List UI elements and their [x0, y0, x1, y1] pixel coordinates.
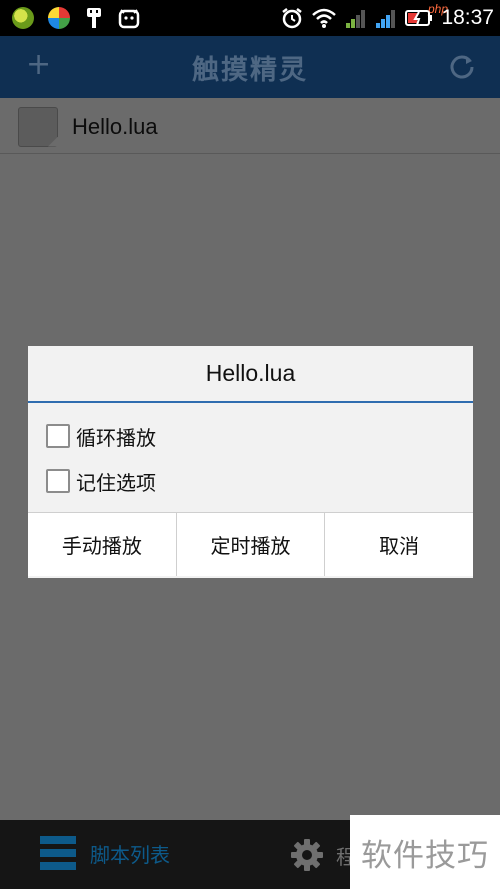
watermark-text: 软件技巧 — [361, 837, 489, 874]
loop-label: 循环播放 — [76, 425, 156, 450]
option-remember[interactable]: 记住选项 — [46, 468, 473, 495]
cancel-button[interactable]: 取消 — [325, 513, 474, 576]
refresh-icon[interactable] — [448, 52, 476, 80]
remember-label: 记住选项 — [76, 470, 156, 495]
usb-debug-icon — [87, 8, 101, 28]
dialog-options: 循环播放 记住选项 — [28, 403, 473, 513]
gear-icon — [291, 839, 323, 871]
alarm-icon — [282, 8, 303, 29]
dialog-buttons: 手动播放 定时播放 取消 — [28, 513, 474, 576]
title-bar: + 触摸精灵 — [0, 36, 500, 98]
loop-checkbox[interactable] — [46, 424, 70, 448]
dialog-title: Hello.lua — [28, 346, 473, 403]
signal-icon — [346, 10, 366, 28]
app-title: 触摸精灵 — [192, 54, 308, 86]
menu-icon — [40, 836, 76, 870]
timed-play-button[interactable]: 定时播放 — [176, 513, 326, 576]
tab-settings[interactable]: 程 — [290, 838, 356, 872]
tab-script-list[interactable]: 脚本列表 — [40, 836, 170, 870]
android-icon — [118, 9, 140, 29]
remember-checkbox[interactable] — [46, 469, 70, 493]
tab-script-list-label: 脚本列表 — [90, 842, 170, 867]
play-options-dialog: Hello.lua 循环播放 记住选项 手动播放 定时播放 取消 — [28, 346, 474, 578]
list-item[interactable]: Hello.lua — [0, 100, 500, 154]
signal-icon-2 — [376, 10, 396, 28]
wifi-icon — [312, 8, 337, 28]
app-icon-green — [12, 7, 34, 29]
file-icon — [18, 106, 58, 147]
manual-play-button[interactable]: 手动播放 — [28, 513, 177, 576]
option-loop[interactable]: 循环播放 — [46, 423, 473, 450]
plus-icon[interactable]: + — [26, 50, 51, 80]
battery-charging-icon — [405, 10, 433, 26]
file-name: Hello.lua — [72, 113, 158, 139]
app-icon-compass — [48, 7, 70, 29]
status-time: 18:37 — [441, 6, 494, 29]
watermark: 软件技巧 — [350, 815, 500, 889]
status-bar: php 18:37 — [0, 0, 500, 36]
